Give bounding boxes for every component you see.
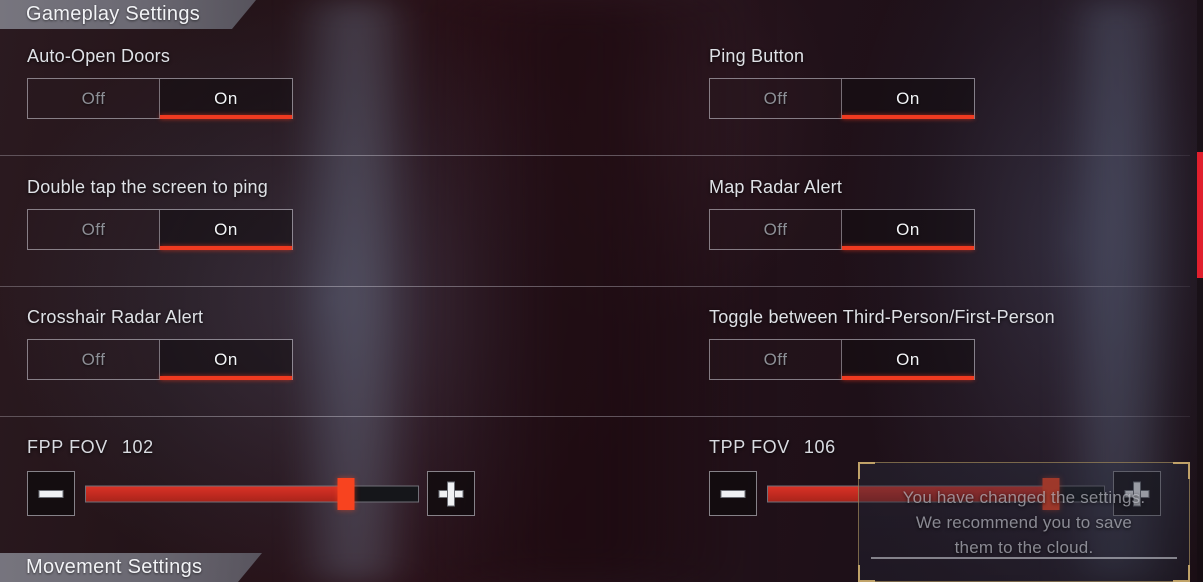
fpp-fov-increase-button[interactable]: [427, 471, 475, 516]
setting-double-tap-to-ping: Double tap the screen to ping Off On: [27, 177, 293, 250]
slider-fpp-fov-value: 102: [121, 437, 154, 457]
toast-underline: [871, 557, 1177, 559]
settings-screen: Gameplay Settings Auto-Open Doors Off On…: [0, 0, 1203, 582]
section-header-gameplay-settings[interactable]: Gameplay Settings: [0, 0, 256, 29]
setting-label: Ping Button: [709, 46, 805, 66]
section-header-gameplay-label: Gameplay Settings: [26, 3, 201, 25]
section-header-movement-label: Movement Settings: [26, 556, 203, 578]
scrollbar-track[interactable]: [1197, 0, 1203, 582]
setting-label: Crosshair Radar Alert: [27, 307, 204, 327]
setting-label: Auto-Open Doors: [27, 46, 171, 66]
slider-tpp-fov: TPP FOV 106: [709, 437, 1161, 516]
slider-tpp-fov-label: TPP FOV: [709, 437, 790, 457]
toggle-option-on[interactable]: On: [842, 210, 974, 250]
fpp-fov-track[interactable]: [85, 485, 419, 502]
row-divider-1: [0, 155, 1190, 156]
slider-tpp-fov-header: TPP FOV 106: [709, 437, 1161, 458]
setting-label: Double tap the screen to ping: [27, 177, 268, 197]
toggle-auto-open-doors[interactable]: Off On: [27, 78, 293, 119]
setting-map-radar-alert: Map Radar Alert Off On: [709, 177, 975, 250]
plus-icon-vertical: [1133, 481, 1141, 506]
slider-fpp-fov-label: FPP FOV: [27, 437, 108, 457]
minus-icon: [720, 489, 746, 498]
toggle-option-off[interactable]: Off: [710, 79, 842, 118]
slider-fpp-fov-controls: [27, 471, 475, 516]
toggle-option-on[interactable]: On: [842, 79, 974, 119]
toggle-option-off[interactable]: Off: [28, 79, 160, 118]
slider-tpp-fov-controls: [709, 471, 1161, 516]
toggle-option-on[interactable]: On: [160, 340, 292, 380]
fpp-fov-track-fill: [86, 486, 345, 501]
scrollbar-thumb[interactable]: [1197, 152, 1203, 278]
toggle-third-first-person[interactable]: Off On: [709, 339, 975, 380]
toggle-option-off[interactable]: Off: [710, 340, 842, 379]
toggle-option-on[interactable]: On: [160, 210, 292, 250]
toggle-option-on[interactable]: On: [842, 340, 974, 380]
tpp-fov-decrease-button[interactable]: [709, 471, 757, 516]
toggle-crosshair-radar-alert[interactable]: Off On: [27, 339, 293, 380]
setting-crosshair-radar-alert: Crosshair Radar Alert Off On: [27, 307, 293, 380]
toggle-option-off[interactable]: Off: [710, 210, 842, 249]
slider-tpp-fov-value: 106: [803, 437, 836, 457]
toggle-option-on[interactable]: On: [160, 79, 292, 119]
row-divider-3: [0, 416, 1190, 417]
setting-auto-open-doors: Auto-Open Doors Off On: [27, 46, 293, 119]
slider-fpp-fov: FPP FOV 102: [27, 437, 475, 516]
tpp-fov-track-area[interactable]: [767, 477, 1105, 510]
row-divider-2: [0, 286, 1190, 287]
toggle-double-tap-to-ping[interactable]: Off On: [27, 209, 293, 250]
setting-label: Map Radar Alert: [709, 177, 843, 197]
section-header-movement-settings[interactable]: Movement Settings: [0, 553, 262, 582]
toast-line-3: them to the cloud.: [954, 538, 1094, 557]
toast-corner-bottom-right: [1173, 565, 1190, 582]
minus-icon: [38, 489, 64, 498]
fpp-fov-decrease-button[interactable]: [27, 471, 75, 516]
setting-toggle-third-first-person: Toggle between Third-Person/First-Person…: [709, 307, 1055, 380]
toggle-map-radar-alert[interactable]: Off On: [709, 209, 975, 250]
tpp-fov-thumb[interactable]: [1042, 477, 1060, 510]
fpp-fov-thumb[interactable]: [337, 477, 355, 510]
toggle-option-off[interactable]: Off: [28, 340, 160, 379]
toggle-ping-button[interactable]: Off On: [709, 78, 975, 119]
toggle-option-off[interactable]: Off: [28, 210, 160, 249]
tpp-fov-track-fill: [768, 486, 1051, 501]
tpp-fov-increase-button[interactable]: [1113, 471, 1161, 516]
setting-label: Toggle between Third-Person/First-Person: [709, 307, 1055, 327]
setting-ping-button: Ping Button Off On: [709, 46, 975, 119]
toast-corner-bottom-left: [858, 565, 875, 582]
fpp-fov-track-area[interactable]: [85, 477, 419, 510]
toast-corner-top-right: [1173, 462, 1190, 479]
slider-fpp-fov-header: FPP FOV 102: [27, 437, 475, 458]
plus-icon-vertical: [447, 481, 455, 506]
